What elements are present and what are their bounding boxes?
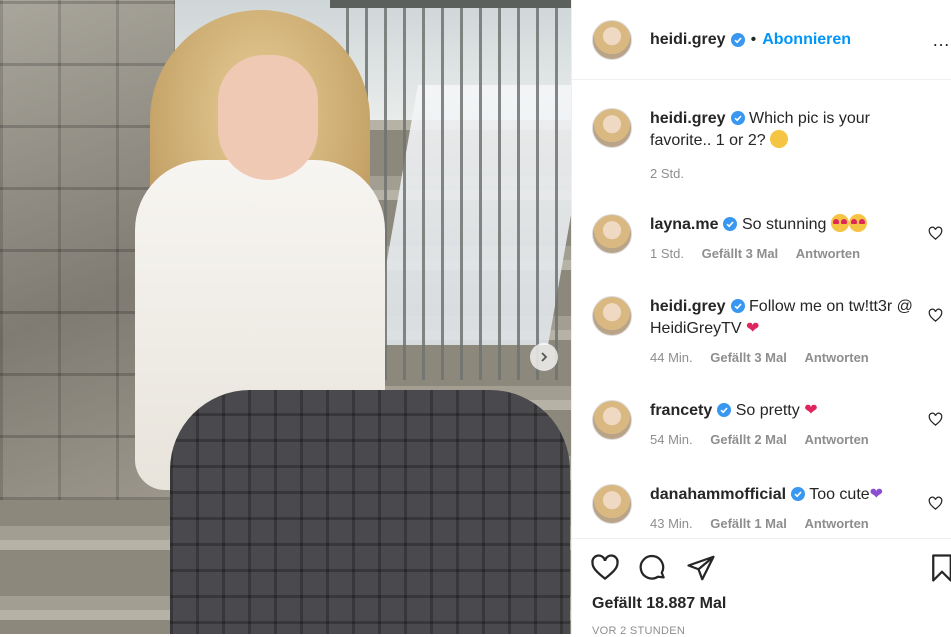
comment-likes[interactable]: Gefällt 3 Mal xyxy=(702,246,779,261)
photo-face xyxy=(218,55,318,180)
author-username[interactable]: heidi.grey xyxy=(650,31,726,49)
comment-text: So pretty xyxy=(735,402,800,419)
comment-time: 54 Min. xyxy=(650,432,693,447)
comment-text-line: heidi.grey Follow me on tw!tt3r @ HeidiG… xyxy=(650,296,920,340)
comment-likes[interactable]: Gefällt 3 Mal xyxy=(710,350,787,365)
caption-meta: 2 Std. xyxy=(650,166,920,181)
post-panel: heidi.grey • Abonnieren … heidi.grey Whi… xyxy=(571,0,951,637)
comment-like-heart-icon[interactable] xyxy=(928,308,943,323)
comment-text-line: francety So pretty ❤ xyxy=(650,400,920,422)
comment-meta: 54 Min. Gefällt 2 Mal Antworten xyxy=(650,432,920,447)
post-timestamp: VOR 2 STUNDEN xyxy=(592,625,686,637)
caption-username[interactable]: heidi.grey xyxy=(650,110,726,127)
purple-heart-icon: ❤ xyxy=(869,486,884,503)
post-actions: Gefällt 18.887 Mal VOR 2 STUNDEN xyxy=(572,538,951,637)
comment-text: So stunning xyxy=(741,216,827,233)
comment-reply-button[interactable]: Antworten xyxy=(804,350,868,365)
comment-username[interactable]: layna.me xyxy=(650,216,718,233)
caption: heidi.grey Which pic is your favorite.. … xyxy=(592,108,951,181)
carousel-next-button[interactable] xyxy=(530,343,558,371)
header-separator: • xyxy=(750,30,757,48)
photo-railing-top xyxy=(330,0,571,8)
comment-avatar[interactable] xyxy=(592,484,632,524)
comment-avatar[interactable] xyxy=(592,214,632,254)
comment-time: 43 Min. xyxy=(650,516,693,531)
comment-reply-button[interactable]: Antworten xyxy=(796,246,860,261)
comment-like-heart-icon[interactable] xyxy=(928,496,943,511)
comment-avatar[interactable] xyxy=(592,400,632,440)
share-send-icon[interactable] xyxy=(686,553,716,583)
photo-pants xyxy=(170,390,570,634)
red-heart-icon: ❤ xyxy=(804,402,818,419)
comment-like-heart-icon[interactable] xyxy=(928,226,943,241)
author-avatar[interactable] xyxy=(592,19,632,60)
verified-badge-icon xyxy=(730,111,745,125)
comment-like-heart-icon[interactable] xyxy=(928,412,943,427)
comment-text-line: danahammofficial Too cute❤ xyxy=(650,484,920,506)
comment-item: danahammofficial Too cute❤ 43 Min. Gefäl… xyxy=(592,484,951,531)
comment-bubble-icon[interactable] xyxy=(638,553,668,583)
comment-likes[interactable]: Gefällt 2 Mal xyxy=(710,432,787,447)
post-header: heidi.grey • Abonnieren … xyxy=(572,0,951,80)
photo-person xyxy=(130,10,570,634)
comment-item: layna.me So stunning 1 Std. Gefällt 3 Ma… xyxy=(592,214,951,261)
verified-badge-icon xyxy=(717,403,732,417)
comment-meta: 43 Min. Gefällt 1 Mal Antworten xyxy=(650,516,920,531)
heart-eyes-icon xyxy=(848,214,867,232)
follow-button[interactable]: Abonnieren xyxy=(762,31,851,49)
comment-meta: 44 Min. Gefällt 3 Mal Antworten xyxy=(650,350,920,365)
comment-text: Too cute xyxy=(809,486,870,503)
caption-time: 2 Std. xyxy=(650,166,684,181)
comment-time: 1 Std. xyxy=(650,246,684,261)
verified-badge-icon xyxy=(791,487,806,501)
post-photo xyxy=(0,0,571,634)
more-options-icon[interactable]: … xyxy=(932,30,951,51)
comment-time: 44 Min. xyxy=(650,350,693,365)
comment-avatar[interactable] xyxy=(592,296,632,336)
verified-badge-icon xyxy=(723,217,738,231)
red-heart-icon: ❤ xyxy=(746,320,760,337)
instagram-post: heidi.grey • Abonnieren … heidi.grey Whi… xyxy=(0,0,951,637)
comment-meta: 1 Std. Gefällt 3 Mal Antworten xyxy=(650,246,920,261)
post-like-count[interactable]: Gefällt 18.887 Mal xyxy=(592,595,726,613)
like-heart-icon[interactable] xyxy=(590,553,620,583)
comment-item: heidi.grey Follow me on tw!tt3r @ HeidiG… xyxy=(592,296,951,365)
comment-username[interactable]: heidi.grey xyxy=(650,298,726,315)
caption-text-line: heidi.grey Which pic is your favorite.. … xyxy=(650,108,920,152)
comment-username[interactable]: francety xyxy=(650,402,712,419)
chevron-right-icon xyxy=(541,352,548,362)
heart-eyes-icon xyxy=(830,214,849,232)
caption-avatar[interactable] xyxy=(592,108,632,148)
comment-likes[interactable]: Gefällt 1 Mal xyxy=(710,516,787,531)
save-bookmark-icon[interactable] xyxy=(927,553,951,583)
verified-badge-icon xyxy=(730,32,745,47)
comment-text-line: layna.me So stunning xyxy=(650,214,920,236)
thinking-face-icon xyxy=(770,130,789,148)
comment-username[interactable]: danahammofficial xyxy=(650,486,786,503)
verified-badge-icon xyxy=(730,299,745,313)
comment-reply-button[interactable]: Antworten xyxy=(804,516,868,531)
comments-list: heidi.grey Which pic is your favorite.. … xyxy=(572,80,951,536)
comment-reply-button[interactable]: Antworten xyxy=(804,432,868,447)
comment-item: francety So pretty ❤ 54 Min. Gefällt 2 M… xyxy=(592,400,951,447)
